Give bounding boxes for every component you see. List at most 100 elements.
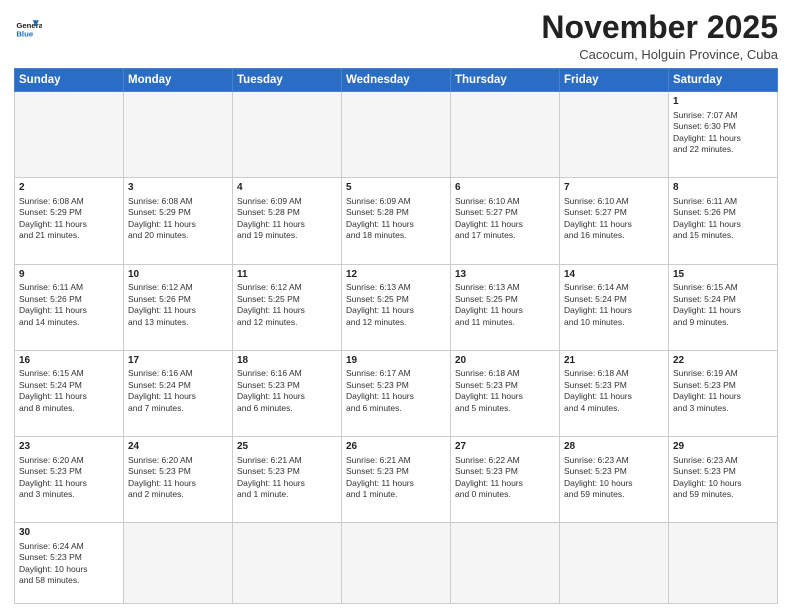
day-info: Daylight: 11 hours — [673, 391, 773, 402]
day-info: Sunset: 5:23 PM — [455, 466, 555, 477]
day-info: Daylight: 11 hours — [237, 391, 337, 402]
day-info: Daylight: 11 hours — [346, 391, 446, 402]
day-info: Sunrise: 6:21 AM — [237, 455, 337, 466]
calendar-cell: 26Sunrise: 6:21 AMSunset: 5:23 PMDayligh… — [342, 437, 451, 523]
day-info: Daylight: 11 hours — [237, 305, 337, 316]
day-info: Sunrise: 6:13 AM — [455, 282, 555, 293]
calendar-cell: 9Sunrise: 6:11 AMSunset: 5:26 PMDaylight… — [15, 264, 124, 350]
day-info: Daylight: 11 hours — [128, 219, 228, 230]
day-info: and 18 minutes. — [346, 230, 446, 241]
day-info: Sunrise: 6:13 AM — [346, 282, 446, 293]
day-info: Sunrise: 6:08 AM — [19, 196, 119, 207]
day-info: and 58 minutes. — [19, 575, 119, 586]
day-number: 19 — [346, 354, 446, 368]
calendar-cell: 17Sunrise: 6:16 AMSunset: 5:24 PMDayligh… — [124, 350, 233, 436]
day-info: Sunrise: 6:20 AM — [128, 455, 228, 466]
calendar-week-5: 23Sunrise: 6:20 AMSunset: 5:23 PMDayligh… — [15, 437, 778, 523]
calendar-cell — [124, 92, 233, 178]
day-number: 18 — [237, 354, 337, 368]
day-info: Sunrise: 6:12 AM — [128, 282, 228, 293]
weekday-header-friday: Friday — [560, 69, 669, 92]
day-info: Daylight: 11 hours — [237, 219, 337, 230]
logo-icon: General Blue — [14, 14, 42, 42]
day-info: Sunrise: 6:23 AM — [673, 455, 773, 466]
day-number: 9 — [19, 268, 119, 282]
day-number: 10 — [128, 268, 228, 282]
day-number: 5 — [346, 181, 446, 195]
day-info: Sunrise: 6:21 AM — [346, 455, 446, 466]
calendar-cell: 6Sunrise: 6:10 AMSunset: 5:27 PMDaylight… — [451, 178, 560, 264]
day-number: 7 — [564, 181, 664, 195]
day-info: Sunrise: 6:09 AM — [346, 196, 446, 207]
day-info: and 7 minutes. — [128, 403, 228, 414]
day-info: Sunset: 6:30 PM — [673, 121, 773, 132]
weekday-header-saturday: Saturday — [669, 69, 778, 92]
day-number: 16 — [19, 354, 119, 368]
day-number: 30 — [19, 526, 119, 540]
calendar-cell — [233, 92, 342, 178]
calendar-cell: 29Sunrise: 6:23 AMSunset: 5:23 PMDayligh… — [669, 437, 778, 523]
day-info: Sunset: 5:23 PM — [455, 380, 555, 391]
day-info: Sunset: 5:23 PM — [673, 466, 773, 477]
day-info: Sunrise: 6:20 AM — [19, 455, 119, 466]
day-info: and 6 minutes. — [237, 403, 337, 414]
weekday-header-row: SundayMondayTuesdayWednesdayThursdayFrid… — [15, 69, 778, 92]
day-info: Daylight: 10 hours — [673, 478, 773, 489]
day-info: Sunset: 5:23 PM — [346, 466, 446, 477]
day-info: Sunset: 5:24 PM — [19, 380, 119, 391]
day-info: and 13 minutes. — [128, 317, 228, 328]
day-info: and 12 minutes. — [346, 317, 446, 328]
day-info: Sunrise: 6:12 AM — [237, 282, 337, 293]
day-info: and 16 minutes. — [564, 230, 664, 241]
day-info: Sunset: 5:24 PM — [564, 294, 664, 305]
header: General Blue November 2025 Cacocum, Holg… — [14, 10, 778, 62]
day-info: Sunset: 5:26 PM — [19, 294, 119, 305]
calendar-week-6: 30Sunrise: 6:24 AMSunset: 5:23 PMDayligh… — [15, 523, 778, 604]
day-info: and 59 minutes. — [673, 489, 773, 500]
calendar-cell: 24Sunrise: 6:20 AMSunset: 5:23 PMDayligh… — [124, 437, 233, 523]
day-info: Sunrise: 6:08 AM — [128, 196, 228, 207]
day-info: Daylight: 11 hours — [128, 391, 228, 402]
calendar-cell — [560, 523, 669, 604]
day-number: 4 — [237, 181, 337, 195]
day-info: Daylight: 11 hours — [673, 133, 773, 144]
day-info: and 8 minutes. — [19, 403, 119, 414]
calendar-cell: 4Sunrise: 6:09 AMSunset: 5:28 PMDaylight… — [233, 178, 342, 264]
calendar-cell: 19Sunrise: 6:17 AMSunset: 5:23 PMDayligh… — [342, 350, 451, 436]
day-info: Daylight: 11 hours — [673, 305, 773, 316]
day-info: Sunrise: 6:19 AM — [673, 368, 773, 379]
calendar-week-1: 1Sunrise: 7:07 AMSunset: 6:30 PMDaylight… — [15, 92, 778, 178]
svg-text:General: General — [16, 21, 42, 30]
day-info: Sunrise: 6:16 AM — [128, 368, 228, 379]
calendar-cell: 22Sunrise: 6:19 AMSunset: 5:23 PMDayligh… — [669, 350, 778, 436]
calendar-cell: 28Sunrise: 6:23 AMSunset: 5:23 PMDayligh… — [560, 437, 669, 523]
day-number: 21 — [564, 354, 664, 368]
day-info: and 17 minutes. — [455, 230, 555, 241]
calendar-cell: 18Sunrise: 6:16 AMSunset: 5:23 PMDayligh… — [233, 350, 342, 436]
svg-text:Blue: Blue — [16, 30, 34, 39]
day-info: and 59 minutes. — [564, 489, 664, 500]
day-info: Daylight: 11 hours — [19, 219, 119, 230]
day-info: Sunset: 5:23 PM — [564, 466, 664, 477]
day-info: Daylight: 11 hours — [455, 219, 555, 230]
day-info: Sunrise: 6:10 AM — [564, 196, 664, 207]
day-number: 28 — [564, 440, 664, 454]
day-info: and 6 minutes. — [346, 403, 446, 414]
day-info: and 2 minutes. — [128, 489, 228, 500]
day-info: and 1 minute. — [346, 489, 446, 500]
day-number: 14 — [564, 268, 664, 282]
day-info: and 11 minutes. — [455, 317, 555, 328]
calendar-cell: 23Sunrise: 6:20 AMSunset: 5:23 PMDayligh… — [15, 437, 124, 523]
calendar-week-2: 2Sunrise: 6:08 AMSunset: 5:29 PMDaylight… — [15, 178, 778, 264]
day-info: Sunrise: 6:11 AM — [19, 282, 119, 293]
day-info: and 12 minutes. — [237, 317, 337, 328]
calendar-cell: 30Sunrise: 6:24 AMSunset: 5:23 PMDayligh… — [15, 523, 124, 604]
calendar-cell — [15, 92, 124, 178]
day-info: Daylight: 11 hours — [346, 305, 446, 316]
day-info: Sunset: 5:23 PM — [564, 380, 664, 391]
day-info: Daylight: 11 hours — [455, 391, 555, 402]
day-info: Sunset: 5:25 PM — [455, 294, 555, 305]
day-info: Daylight: 11 hours — [19, 305, 119, 316]
location: Cacocum, Holguin Province, Cuba — [541, 47, 778, 62]
day-number: 1 — [673, 95, 773, 109]
